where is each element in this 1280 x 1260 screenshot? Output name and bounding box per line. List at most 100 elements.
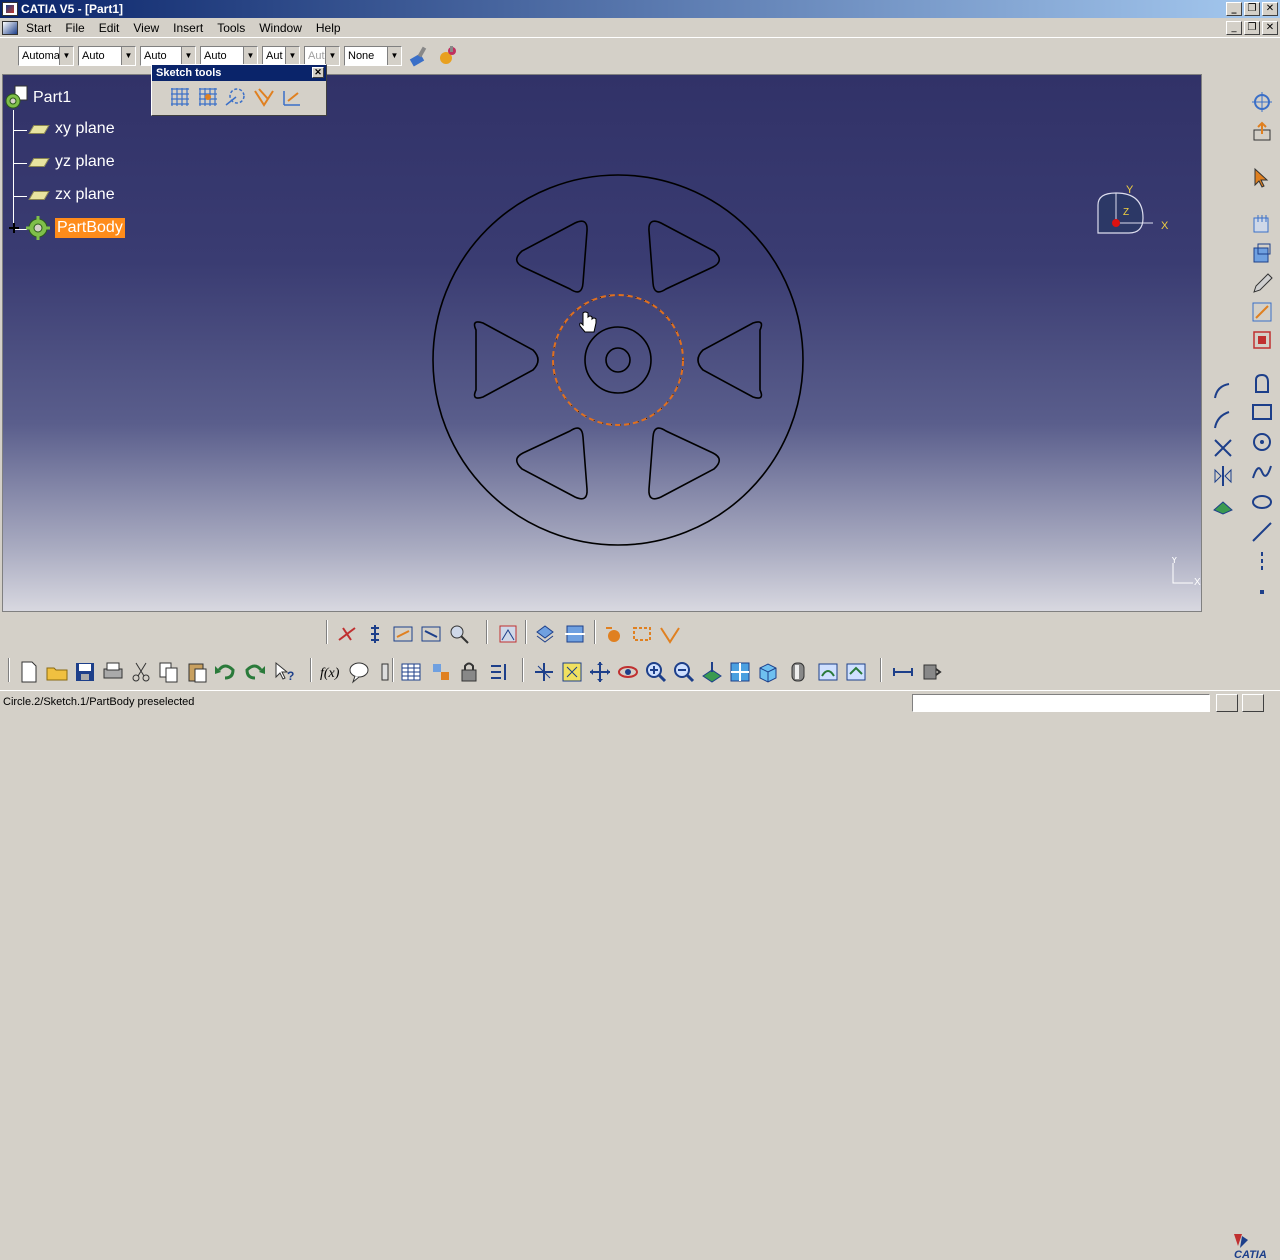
measure-between-icon[interactable]: [891, 660, 915, 684]
command-toggle-button[interactable]: [1242, 694, 1264, 712]
axis-line-icon[interactable]: [1250, 550, 1274, 574]
outer-rim-circle[interactable]: [432, 174, 804, 546]
menu-help[interactable]: Help: [309, 19, 348, 37]
rotate-icon[interactable]: [616, 660, 640, 684]
ellipse-icon[interactable]: [1250, 490, 1274, 514]
chevron-down-icon[interactable]: ▼: [325, 47, 339, 65]
formula-icon[interactable]: f(x): [319, 660, 343, 684]
cut-icon[interactable]: [129, 660, 153, 684]
color-combo[interactable]: Automa ▼: [18, 46, 74, 66]
redo-icon[interactable]: [243, 660, 267, 684]
hub-circle[interactable]: [584, 326, 652, 394]
chevron-down-icon[interactable]: ▼: [243, 47, 257, 65]
spoke-cutout[interactable]: [697, 321, 763, 399]
chevron-down-icon[interactable]: ▼: [59, 47, 73, 65]
sketch-analysis-icon[interactable]: [496, 622, 520, 646]
normal-view-plane-icon[interactable]: [700, 660, 724, 684]
pan-icon[interactable]: [588, 660, 612, 684]
design-table-icon[interactable]: [487, 660, 511, 684]
sketch-canvas[interactable]: [3, 75, 1202, 612]
construction-geometry-icon[interactable]: [224, 85, 248, 109]
transparency-combo[interactable]: Auto ▼: [78, 46, 136, 66]
trim-icon[interactable]: [1211, 436, 1235, 460]
spoke-cutout[interactable]: [473, 321, 539, 399]
chevron-down-icon[interactable]: ▼: [387, 47, 401, 65]
doc-restore-button[interactable]: ❐: [1244, 21, 1260, 35]
point-icon[interactable]: [1250, 580, 1274, 604]
layer-filter-combo[interactable]: Aut ▼: [304, 46, 340, 66]
select-arrow-icon[interactable]: [1250, 166, 1274, 190]
knowledge-advisor-icon[interactable]: [347, 660, 371, 684]
compass-widget[interactable]: Z Y X: [1091, 183, 1181, 263]
animate-constraint-icon[interactable]: [419, 622, 443, 646]
swap-visible-space-icon[interactable]: [844, 660, 868, 684]
sketch-tools-palette[interactable]: Sketch tools ✕: [151, 64, 327, 116]
undo-icon[interactable]: [213, 660, 237, 684]
circle-icon[interactable]: [1250, 430, 1274, 454]
zoom-out-icon[interactable]: [672, 660, 696, 684]
point-type-combo[interactable]: Aut ▼: [262, 46, 300, 66]
sketch-tools-close-button[interactable]: ✕: [312, 67, 324, 78]
spoke-cutout[interactable]: [515, 427, 588, 500]
doc-close-button[interactable]: ✕: [1262, 21, 1278, 35]
grid-icon[interactable]: [168, 85, 192, 109]
layer-combo[interactable]: None ▼: [344, 46, 402, 66]
rectangle-shade-icon[interactable]: [1250, 242, 1274, 266]
isometric-view-icon[interactable]: [756, 660, 780, 684]
command-input[interactable]: [912, 694, 1210, 712]
dimensional-constraints-icon[interactable]: [280, 85, 304, 109]
rectangle-icon[interactable]: [1250, 400, 1274, 424]
spoke-cutout[interactable]: [515, 220, 588, 293]
pencil-icon[interactable]: [1250, 272, 1274, 296]
measure-item-icon[interactable]: [919, 660, 943, 684]
3d-viewport[interactable]: Part1 xy plane yz plane zx plane PartBod…: [2, 74, 1202, 612]
line-thickness-combo[interactable]: Auto ▼: [140, 46, 196, 66]
exit-workbench-icon[interactable]: [1250, 90, 1274, 114]
constraint-icon[interactable]: [335, 622, 359, 646]
corner-icon[interactable]: [1211, 408, 1235, 432]
spoke-cutout[interactable]: [648, 220, 721, 293]
constraints-visualization-icon[interactable]: [658, 622, 682, 646]
transform-icon[interactable]: [1250, 300, 1274, 324]
line-icon[interactable]: [1250, 520, 1274, 544]
export-icon[interactable]: [1250, 120, 1274, 144]
geometry-visualization-icon[interactable]: [602, 622, 626, 646]
snap-to-point-icon[interactable]: [196, 85, 220, 109]
multi-view-icon[interactable]: [728, 660, 752, 684]
print-icon[interactable]: [101, 660, 125, 684]
close-button[interactable]: ✕: [1262, 2, 1278, 16]
paste-icon[interactable]: [185, 660, 209, 684]
menu-view[interactable]: View: [126, 19, 166, 37]
normal-view-icon[interactable]: [533, 622, 557, 646]
menu-edit[interactable]: Edit: [92, 19, 127, 37]
window-title-bar[interactable]: CATIA V5 - [Part1] _ ❐ ✕: [0, 0, 1280, 18]
zoom-in-icon[interactable]: [644, 660, 668, 684]
new-document-icon[interactable]: [17, 660, 41, 684]
constraint-box-icon[interactable]: [1250, 328, 1274, 352]
minimize-button[interactable]: _: [1226, 2, 1242, 16]
menu-window[interactable]: Window: [252, 19, 309, 37]
menu-start[interactable]: Start: [22, 19, 58, 37]
profile-icon[interactable]: [1250, 372, 1274, 396]
auto-constraint-icon[interactable]: [391, 622, 415, 646]
center-hole-circle[interactable]: [605, 347, 631, 373]
command-history-button[interactable]: [1216, 694, 1238, 712]
preselected-circle[interactable]: [552, 294, 684, 426]
chevron-down-icon[interactable]: ▼: [181, 47, 195, 65]
maximize-button[interactable]: ❐: [1244, 2, 1260, 16]
menu-file[interactable]: File: [58, 19, 91, 37]
spoke-cutout[interactable]: [648, 427, 721, 500]
document-icon[interactable]: [2, 20, 18, 35]
save-icon[interactable]: [73, 660, 97, 684]
copy-icon[interactable]: [157, 660, 181, 684]
lock-icon[interactable]: [457, 660, 481, 684]
menu-tools[interactable]: Tools: [210, 19, 252, 37]
shading-icon[interactable]: [786, 660, 810, 684]
fix-together-icon[interactable]: [363, 622, 387, 646]
mirror-icon[interactable]: [1211, 464, 1235, 488]
project-3d-icon[interactable]: [1211, 494, 1235, 518]
fit-all-icon[interactable]: [560, 660, 584, 684]
arc-icon[interactable]: [1211, 380, 1235, 404]
catalog-icon[interactable]: [429, 660, 453, 684]
chevron-down-icon[interactable]: ▼: [285, 47, 299, 65]
